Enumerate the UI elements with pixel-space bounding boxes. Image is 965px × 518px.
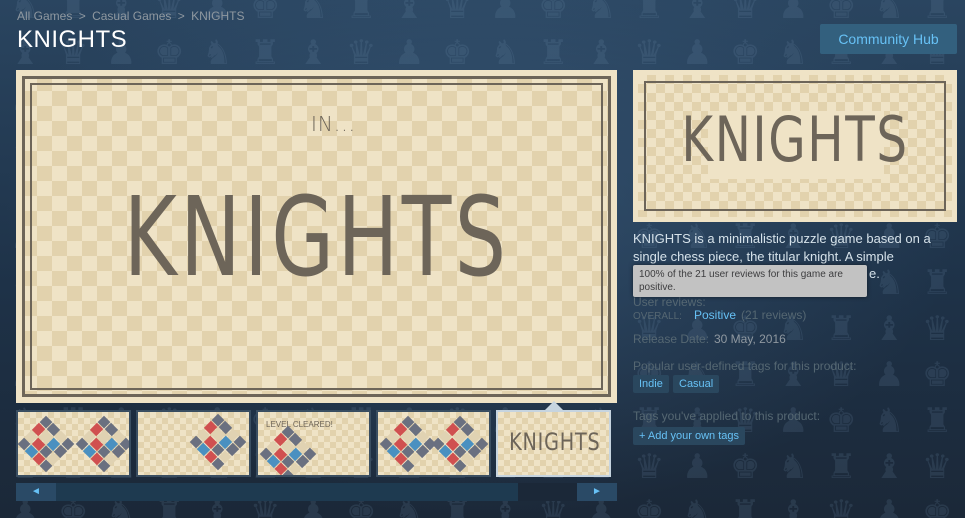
thumbnail-1[interactable] <box>16 410 131 477</box>
chess-piece-icon: ♞ <box>682 493 713 518</box>
user-reviews-label: User reviews: <box>633 295 706 309</box>
chess-piece-icon: ♛ <box>922 447 953 487</box>
screenshot-logo: KNIGHTS <box>123 173 510 301</box>
game-capsule-image: KNIGHTS <box>633 70 957 222</box>
chess-piece-icon: ♟ <box>682 447 713 487</box>
chess-piece-icon: ♚ <box>922 355 953 395</box>
thumbnail-5-selected[interactable]: KNIGHTS <box>496 410 611 477</box>
review-tooltip: 100% of the 21 user reviews for this gam… <box>633 265 867 297</box>
thumbnail-scrollbar[interactable]: ◄ ► <box>16 483 617 501</box>
chess-piece-icon: ♛ <box>634 33 665 73</box>
scroll-left-button[interactable]: ◄ <box>16 483 56 501</box>
chess-piece-icon: ♟ <box>874 355 905 395</box>
breadcrumb-separator: > <box>177 9 185 23</box>
chess-piece-icon: ♟ <box>778 0 809 27</box>
chess-piece-icon: ♜ <box>634 0 665 27</box>
capsule-logo: KNIGHTS <box>681 103 909 176</box>
main-screenshot[interactable]: IN... KNIGHTS <box>16 70 617 403</box>
chess-piece-icon: ♝ <box>778 493 809 518</box>
review-count: (21 reviews) <box>741 308 807 322</box>
community-hub-button[interactable]: Community Hub <box>820 24 957 54</box>
my-tags-label: Tags you've applied to this product: <box>633 409 821 423</box>
chess-piece-icon: ♟ <box>394 33 425 73</box>
description-tail: e. <box>869 266 880 281</box>
chess-piece-icon: ♟ <box>682 33 713 73</box>
scrollbar-handle[interactable] <box>518 483 580 501</box>
thumbnail-4[interactable] <box>376 410 491 477</box>
chess-piece-icon: ♚ <box>634 493 665 518</box>
chess-piece-icon: ♛ <box>346 33 377 73</box>
release-date-label: Release Date: <box>633 332 710 346</box>
scroll-right-button[interactable]: ► <box>577 483 617 501</box>
chess-piece-icon: ♜ <box>922 401 953 441</box>
chess-piece-icon: ♜ <box>922 0 953 27</box>
breadcrumb-casual-games[interactable]: Casual Games <box>92 9 171 23</box>
breadcrumb-current[interactable]: KNIGHTS <box>191 9 244 23</box>
chess-piece-icon: ♚ <box>826 401 857 441</box>
chess-piece-icon: ♚ <box>154 33 185 73</box>
release-date-value: 30 May, 2016 <box>714 332 786 346</box>
chess-piece-icon: ♝ <box>874 309 905 349</box>
chess-piece-icon: ♞ <box>778 447 809 487</box>
chess-piece-icon: ♛ <box>730 0 761 27</box>
tag-indie[interactable]: Indie <box>633 375 669 393</box>
chess-piece-icon: ♚ <box>250 0 281 27</box>
chess-piece-icon: ♛ <box>634 447 665 487</box>
breadcrumb: All Games > Casual Games > KNIGHTS <box>17 9 244 23</box>
screenshot-thumbnails: LEVEL CLEARED! KNIGHTS <box>16 410 617 478</box>
chess-piece-icon: ♛ <box>922 309 953 349</box>
tag-casual[interactable]: Casual <box>673 375 720 393</box>
add-tags-button[interactable]: + Add your own tags <box>633 427 745 445</box>
thumbnail-2[interactable] <box>136 410 251 477</box>
thumbnail-3[interactable]: LEVEL CLEARED! <box>256 410 371 477</box>
chess-piece-icon: ♟ <box>874 493 905 518</box>
chess-piece-icon: ♞ <box>298 0 329 27</box>
chess-piece-icon: ♜ <box>250 33 281 73</box>
chess-piece-icon: ♝ <box>874 447 905 487</box>
chess-piece-icon: ♝ <box>682 0 713 27</box>
breadcrumb-separator: > <box>78 9 86 23</box>
breadcrumb-all-games[interactable]: All Games <box>17 9 72 23</box>
thumbnail-selector-arrow <box>545 401 563 410</box>
chess-piece-icon: ♚ <box>826 0 857 27</box>
chess-piece-icon: ♟ <box>490 0 521 27</box>
overall-label: OVERALL: <box>633 311 682 322</box>
chess-piece-icon: ♛ <box>442 0 473 27</box>
chess-piece-icon: ♜ <box>826 447 857 487</box>
thumbnail-caption: LEVEL CLEARED! <box>266 420 333 429</box>
chess-piece-icon: ♞ <box>874 0 905 27</box>
chess-piece-icon: ♞ <box>490 33 521 73</box>
tags-label: Popular user-defined tags for this produ… <box>633 359 857 373</box>
screenshot-prefix-text: IN... <box>311 112 356 136</box>
thumbnail-logo: KNIGHTS <box>509 428 601 456</box>
chess-piece-icon: ♛ <box>826 493 857 518</box>
chess-piece-icon: ♚ <box>538 0 569 27</box>
review-summary-link[interactable]: Positive <box>694 308 736 322</box>
chess-piece-icon: ♜ <box>922 263 953 303</box>
description-text: KNIGHTS is a minimalistic puzzle game ba… <box>633 231 931 264</box>
chess-piece-icon: ♞ <box>874 401 905 441</box>
chess-piece-icon: ♜ <box>538 33 569 73</box>
chess-piece-icon: ♚ <box>922 493 953 518</box>
chess-piece-icon: ♚ <box>442 33 473 73</box>
chess-piece-icon: ♚ <box>730 447 761 487</box>
page-title: KNIGHTS <box>17 26 128 53</box>
chess-piece-icon: ♞ <box>778 33 809 73</box>
chess-piece-icon: ♜ <box>346 0 377 27</box>
chess-piece-icon: ♝ <box>298 33 329 73</box>
chess-piece-icon: ♜ <box>730 493 761 518</box>
chess-piece-icon: ♝ <box>394 0 425 27</box>
game-description: KNIGHTS is a minimalistic puzzle game ba… <box>633 230 951 266</box>
chess-piece-icon: ♜ <box>826 309 857 349</box>
chess-piece-icon: ♝ <box>586 33 617 73</box>
chess-piece-icon: ♞ <box>586 0 617 27</box>
chess-piece-icon: ♞ <box>202 33 233 73</box>
chess-piece-icon: ♚ <box>730 33 761 73</box>
